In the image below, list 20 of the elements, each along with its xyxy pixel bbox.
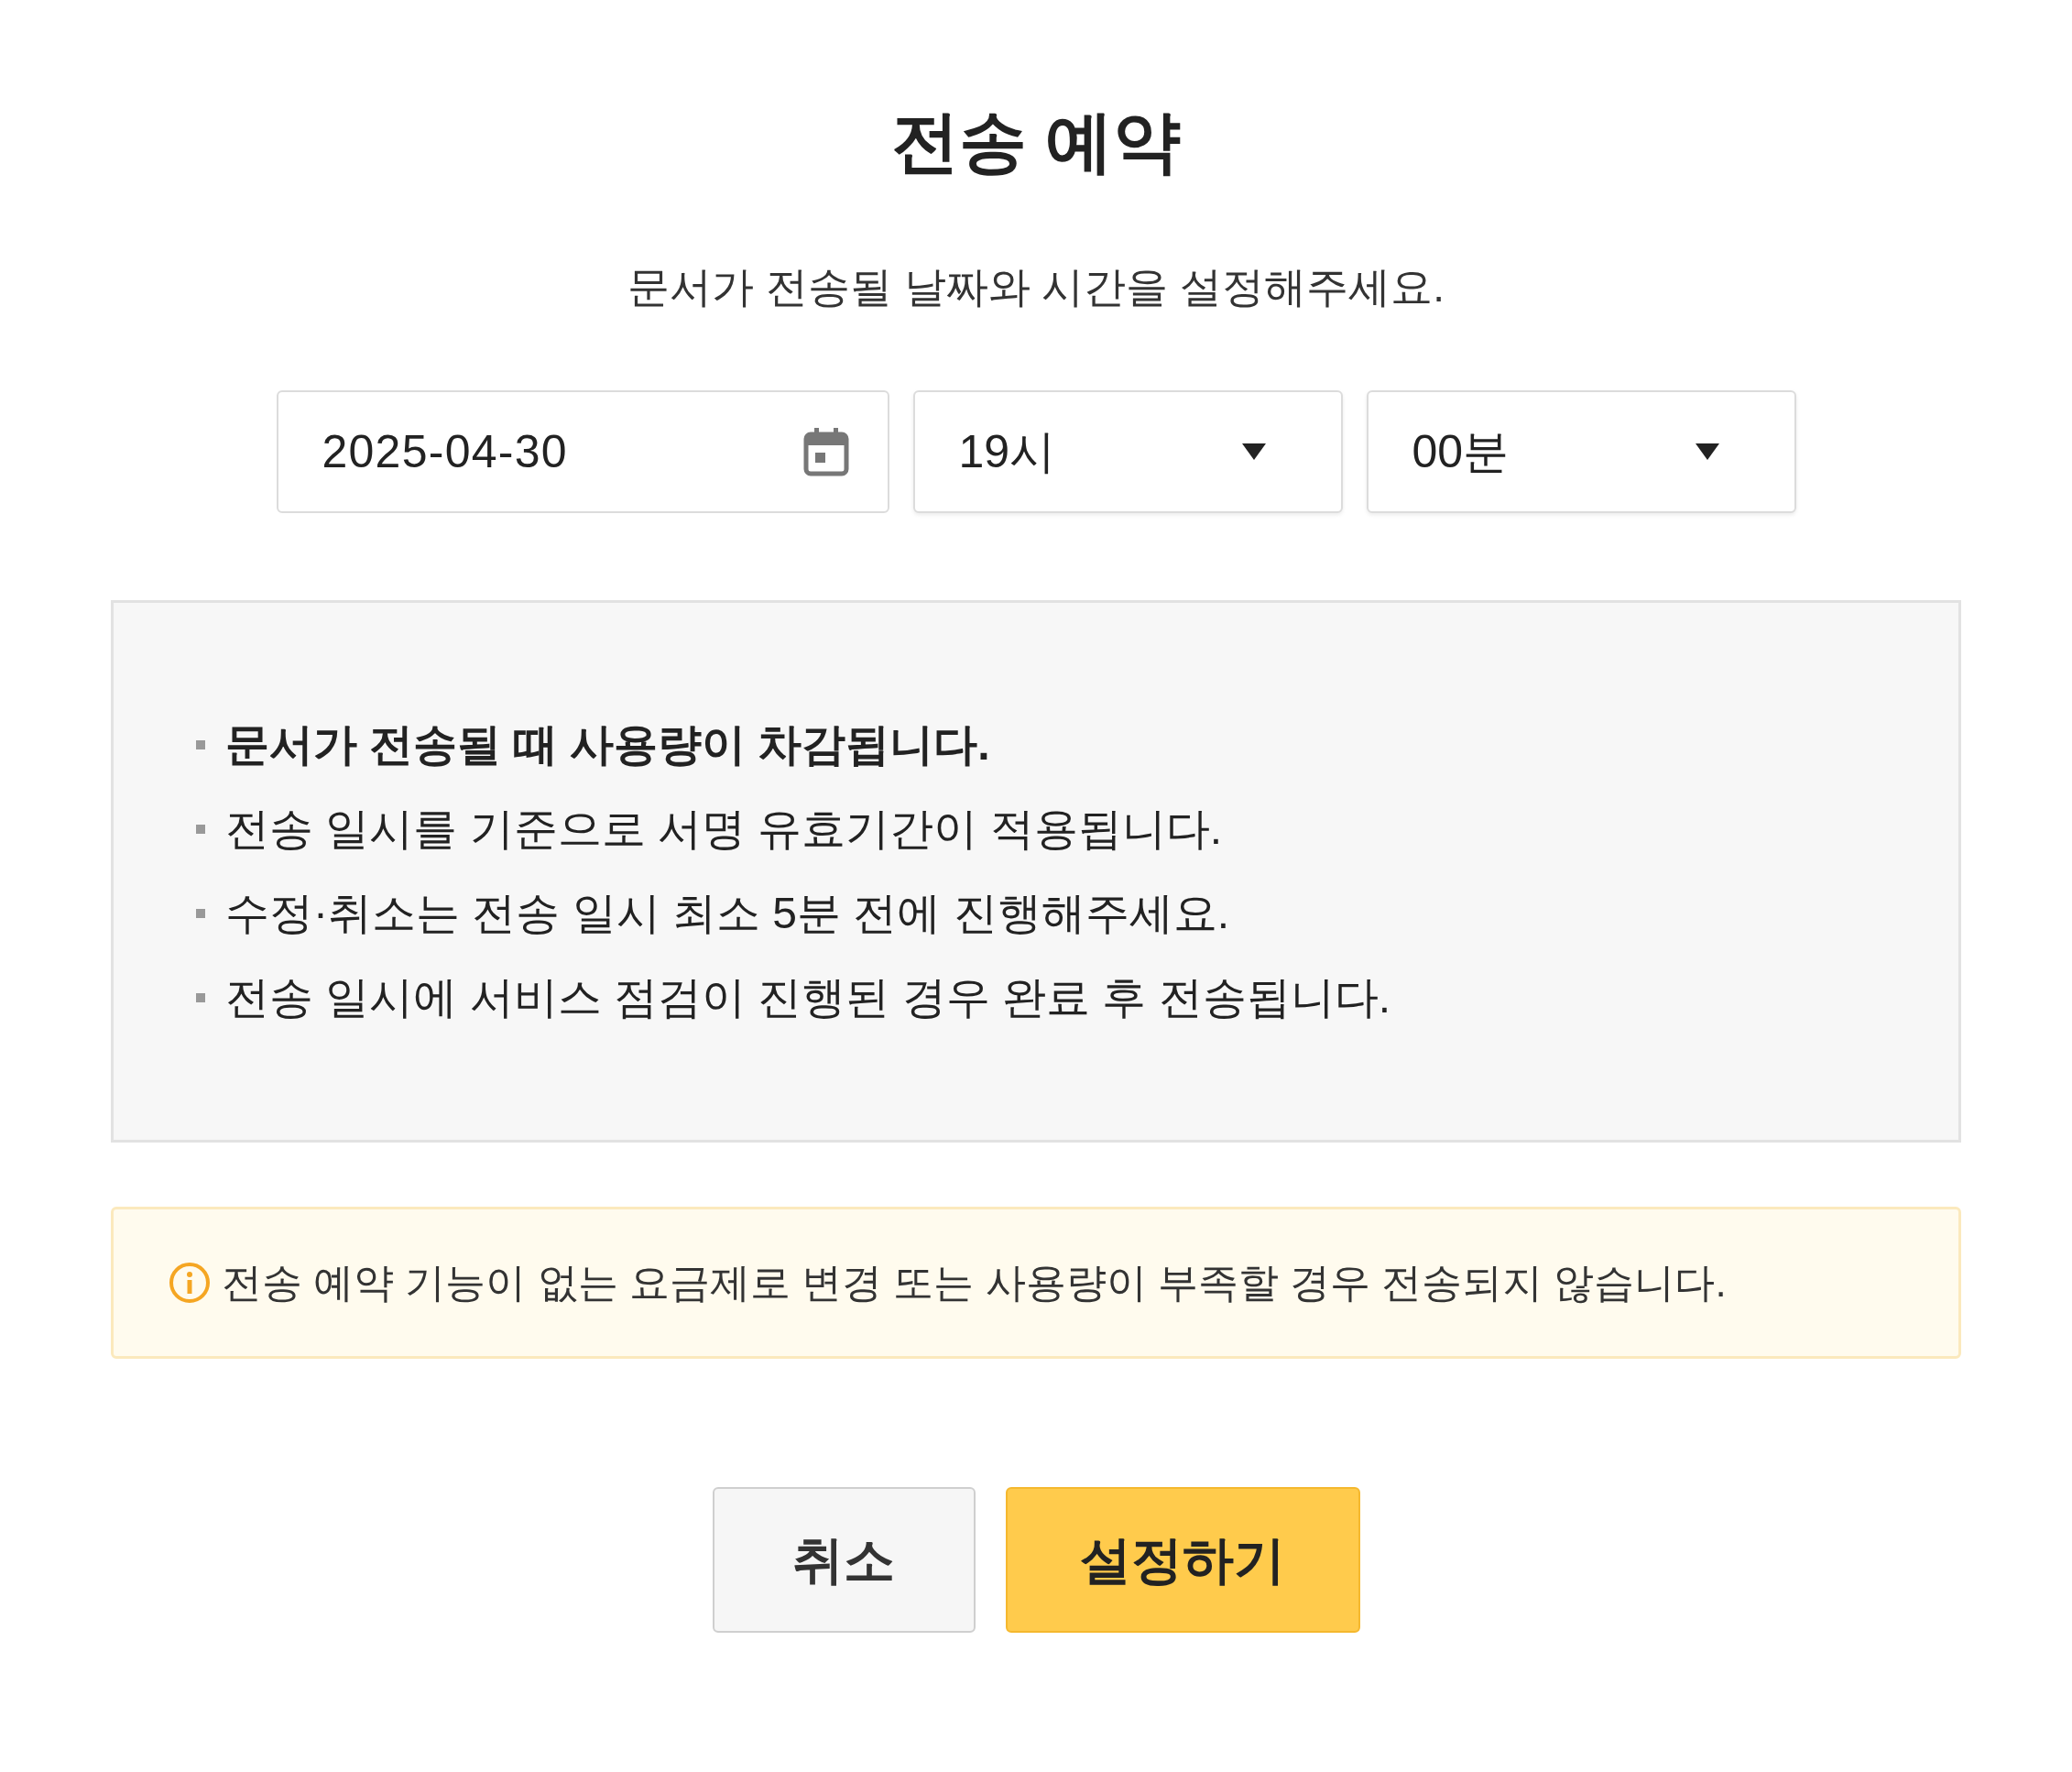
confirm-button[interactable]: 설정하기 [1005,1487,1360,1633]
bullet-icon [196,909,205,918]
calendar-icon[interactable] [802,427,849,476]
caret-icon [1239,442,1268,462]
warning-text: 전송 예약 기능이 없는 요금제로 변경 또는 사용량이 부족할 경우 전송되지 않습니다. [222,1263,1727,1303]
notice-text: 전송 일시를 기준으로 서명 유효기간이 적용됩니다. [225,807,1222,851]
notice-text: 전송 일시에 서비스 점검이 진행된 경우 완료 후 전송됩니다. [225,976,1391,1020]
hour-select[interactable]: 19시 [912,390,1343,513]
notice-text: 문서가 전송될 때 사용량이 차감됩니다. [225,723,990,767]
date-field[interactable]: 2025-04-30 [276,390,889,513]
bullet-icon [196,993,205,1002]
dialog-title: 전송 예약 [890,108,1182,176]
bullet-icon [196,825,205,834]
minute-select[interactable]: 00분 [1366,390,1796,513]
notice-text: 수정·취소는 전송 일시 최소 5분 전에 진행해주세요. [225,891,1230,935]
info-icon [169,1262,211,1304]
caret-icon [1693,442,1721,462]
description: 문서가 전송될 날짜와 시간을 설정해주세요. [627,266,1445,308]
cancel-button[interactable]: 취소 [712,1487,976,1633]
bullet-icon [196,740,205,749]
